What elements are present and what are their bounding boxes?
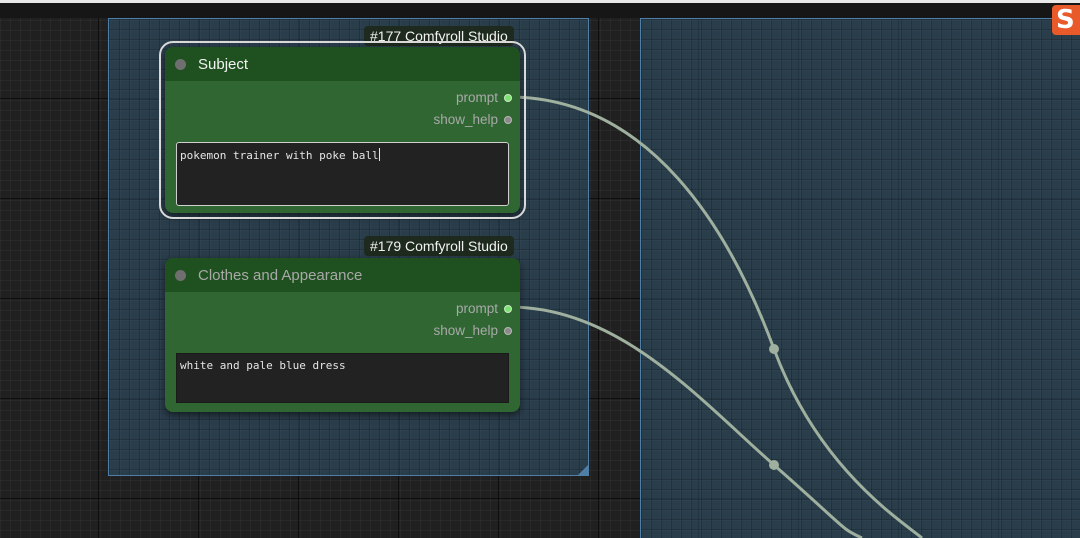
output-connector-icon[interactable] [504, 326, 512, 335]
prompt-text: white and pale blue dress [180, 359, 346, 372]
prompt-text: pokemon trainer with poke ball [180, 149, 379, 162]
connection-wires [508, 95, 923, 538]
app-logo-icon: S [1052, 5, 1080, 35]
output-slot-show-help[interactable]: show_help [433, 323, 512, 338]
output-connector-icon[interactable] [504, 93, 512, 102]
logo-letter: S [1056, 5, 1075, 35]
collapse-dot-icon[interactable] [175, 58, 186, 70]
subject-node[interactable]: Subject prompt show_help pokemon trainer… [159, 41, 526, 219]
node-title: Subject [198, 55, 249, 73]
node-id-badge: #177 Comfyroll Studio [364, 26, 514, 46]
text-caret [378, 148, 380, 161]
wire-midpoint-handle[interactable] [769, 344, 779, 354]
prompt-textarea[interactable]: white and pale blue dress [176, 353, 509, 403]
output-label: prompt [455, 90, 498, 105]
output-label: show_help [433, 112, 498, 127]
output-connector-icon[interactable] [504, 115, 512, 124]
prompt-textarea[interactable]: pokemon trainer with poke ball [176, 142, 509, 206]
node-id-badge: #179 Comfyroll Studio [364, 236, 514, 256]
output-slot-show-help[interactable]: show_help [433, 112, 512, 127]
output-connector-icon[interactable] [504, 304, 512, 313]
output-slot-prompt[interactable]: prompt [456, 301, 512, 316]
output-label: prompt [455, 301, 498, 316]
node-header[interactable]: Clothes and Appearance [165, 258, 520, 292]
output-label: show_help [433, 323, 498, 338]
node-title: Clothes and Appearance [198, 266, 363, 284]
collapse-dot-icon[interactable] [175, 269, 186, 281]
output-slot-prompt[interactable]: prompt [456, 90, 512, 105]
wire-midpoint-handle[interactable] [769, 460, 779, 470]
clothes-appearance-node[interactable]: Clothes and Appearance prompt show_help … [165, 258, 520, 412]
node-header[interactable]: Subject [165, 47, 520, 81]
